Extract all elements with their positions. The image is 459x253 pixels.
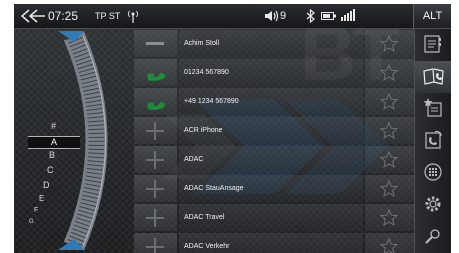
favorite-cell[interactable]: [365, 204, 414, 231]
contact-row[interactable]: ADAC StauAnsage: [134, 174, 414, 203]
plus-icon: [146, 209, 164, 227]
call-history-icon[interactable]: [423, 130, 443, 150]
phone-handset-icon: [147, 101, 166, 110]
back-icon[interactable]: [20, 9, 46, 23]
alphabet-letter[interactable]: E: [39, 194, 44, 203]
keypad-icon[interactable]: [423, 162, 443, 182]
signal-strength-icon: [341, 9, 355, 21]
sidebar-item-favorites[interactable]: [415, 93, 451, 124]
phonebook-icon[interactable]: [423, 66, 445, 86]
alt-button[interactable]: ALT: [413, 4, 451, 29]
bluetooth-icon: [306, 9, 315, 23]
contact-name-cell[interactable]: Achim Stoll: [179, 30, 363, 57]
contact-name-cell[interactable]: ADAC Verkehr: [179, 233, 363, 253]
star-icon[interactable]: [380, 238, 398, 253]
antenna-icon: [128, 10, 138, 23]
contact-name-cell[interactable]: ADAC Travel: [179, 204, 363, 231]
contact-name: +49 1234 567890: [184, 98, 239, 105]
plus-icon: [146, 122, 164, 140]
sidebar-item-call-history[interactable]: [415, 125, 451, 156]
volume-icon: [265, 10, 279, 22]
alphabet-selected-letter[interactable]: A: [28, 136, 80, 149]
sidebar: [414, 29, 451, 253]
alphabet-letter[interactable]: F: [34, 207, 38, 214]
contact-type-cell: [134, 175, 177, 202]
plus-icon: [146, 180, 164, 198]
contact-name: ADAC StauAnsage: [184, 185, 244, 192]
favorite-cell[interactable]: [365, 30, 414, 57]
contact-row[interactable]: Achim Stoll: [134, 29, 414, 58]
favorite-cell[interactable]: [365, 175, 414, 202]
favorite-cell[interactable]: [365, 88, 414, 115]
status-bar: 07:25 TP ST 9: [14, 4, 414, 29]
screen: BT 07:25 TP ST 9: [14, 4, 451, 253]
contact-type-cell: [134, 59, 177, 86]
tp-st-indicator: TP ST: [95, 11, 121, 21]
contact-row[interactable]: ADAC: [134, 145, 414, 174]
contact-row[interactable]: 01234 567890: [134, 58, 414, 87]
contact-type-cell: [134, 146, 177, 173]
contact-row[interactable]: +49 1234 567890: [134, 87, 414, 116]
star-icon[interactable]: [380, 35, 398, 52]
contact-type-cell: [134, 117, 177, 144]
contact-type-cell: [134, 204, 177, 231]
star-icon[interactable]: [380, 209, 398, 226]
favorite-cell[interactable]: [365, 59, 414, 86]
plus-icon: [146, 151, 164, 169]
favorite-cell[interactable]: [365, 117, 414, 144]
star-icon[interactable]: [380, 64, 398, 81]
contact-name: ADAC Travel: [184, 214, 225, 221]
contact-name: ACR iPhone: [184, 127, 223, 134]
settings-gear-icon[interactable]: [423, 194, 443, 214]
star-icon[interactable]: [380, 151, 398, 168]
sidebar-item-phonebook[interactable]: [415, 61, 451, 92]
contact-name: ADAC: [184, 156, 204, 163]
contact-row[interactable]: ADAC Travel: [134, 203, 414, 232]
alphabet-letter[interactable]: #: [51, 121, 56, 131]
alphabet-letter[interactable]: D: [43, 180, 50, 190]
star-icon[interactable]: [380, 93, 398, 110]
sidebar-item-keypad[interactable]: [415, 157, 451, 188]
favorites-list-icon[interactable]: [423, 98, 443, 118]
favorite-cell[interactable]: [365, 146, 414, 173]
contact-name-cell[interactable]: 01234 567890: [179, 59, 363, 86]
contact-name-cell[interactable]: ADAC: [179, 146, 363, 173]
clock: 07:25: [48, 9, 79, 23]
search-icon[interactable]: [423, 226, 443, 246]
sidebar-item-contact-card[interactable]: [415, 29, 451, 60]
star-icon[interactable]: [380, 122, 398, 139]
battery-icon: [321, 12, 336, 20]
contact-name-cell[interactable]: ADAC StauAnsage: [179, 175, 363, 202]
plus-icon: [146, 238, 164, 253]
favorite-cell[interactable]: [365, 233, 414, 253]
sidebar-item-search[interactable]: [415, 221, 451, 252]
contact-type-cell: [134, 30, 177, 57]
star-icon[interactable]: [380, 180, 398, 197]
contact-row[interactable]: ADAC Verkehr: [134, 232, 414, 253]
sidebar-item-settings[interactable]: [415, 189, 451, 220]
alphabet-letter[interactable]: G: [29, 219, 34, 225]
contact-name-cell[interactable]: +49 1234 567890: [179, 88, 363, 115]
alphabet-letter[interactable]: B: [49, 150, 55, 160]
minus-icon: [146, 42, 164, 45]
alphabet-letter[interactable]: C: [47, 165, 54, 175]
contact-type-cell: [134, 233, 177, 253]
contact-name: ADAC Verkehr: [184, 243, 230, 250]
contact-row[interactable]: ACR iPhone: [134, 116, 414, 145]
contact-card-icon[interactable]: [423, 34, 443, 54]
contact-name: Achim Stoll: [184, 40, 220, 47]
contact-type-cell: [134, 88, 177, 115]
contact-name-cell[interactable]: ACR iPhone: [179, 117, 363, 144]
phone-handset-icon: [147, 72, 166, 81]
volume-level: 9: [280, 10, 287, 22]
contact-name: 01234 567890: [184, 69, 229, 76]
